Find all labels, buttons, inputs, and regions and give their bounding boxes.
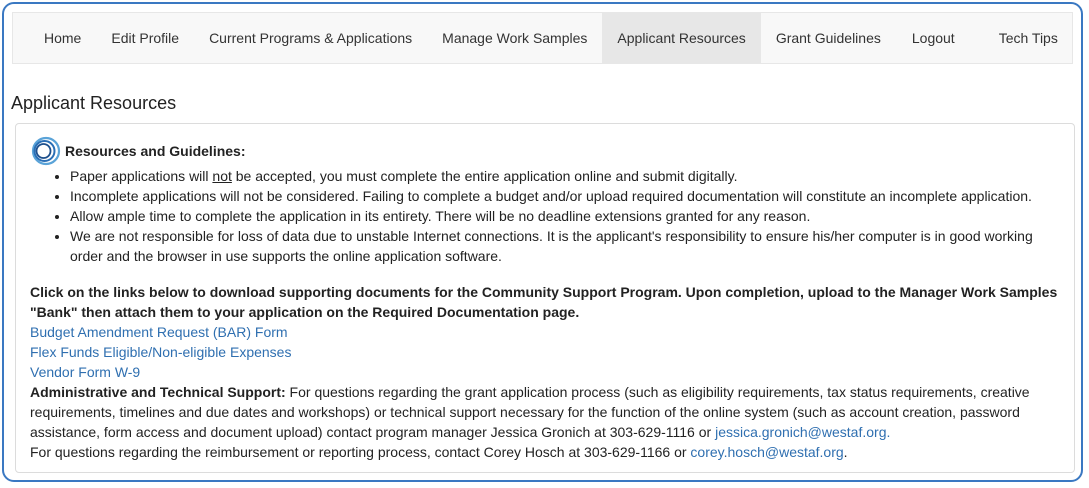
app-frame: Home Edit Profile Current Programs & App… (2, 2, 1083, 482)
support-label: Administrative and Technical Support: (30, 384, 286, 400)
guidelines-list: Paper applications will not be accepted,… (30, 166, 1060, 266)
download-instructions: Click on the links below to download sup… (30, 284, 1058, 320)
vendor-w9-link[interactable]: Vendor Form W-9 (30, 364, 140, 380)
nav-home[interactable]: Home (29, 13, 96, 63)
email-jessica-link[interactable]: jessica.gronich@westaf.org. (715, 424, 890, 440)
concentric-circles-logo-icon (31, 136, 61, 166)
resources-heading: Resources and Guidelines: (65, 143, 246, 159)
support-info: Administrative and Technical Support: Fo… (30, 384, 1030, 440)
nav-logout[interactable]: Logout (896, 13, 985, 63)
emphasis-not: not (212, 168, 232, 184)
list-item: We are not responsible for loss of data … (70, 226, 1060, 266)
reimbursement-info: For questions regarding the reimbursemen… (30, 444, 848, 460)
nav-tech-tips[interactable]: Tech Tips (985, 13, 1073, 63)
nav-applicant-resources[interactable]: Applicant Resources (602, 13, 761, 63)
resources-panel: Resources and Guidelines: Paper applicat… (15, 123, 1075, 473)
bar-form-link[interactable]: Budget Amendment Request (BAR) Form (30, 324, 288, 340)
email-corey-link[interactable]: corey.hosch@westaf.org (690, 444, 843, 460)
list-item: Incomplete applications will not be cons… (70, 186, 1060, 206)
nav-manage-work-samples[interactable]: Manage Work Samples (427, 13, 602, 63)
list-item: Allow ample time to complete the applica… (70, 206, 1060, 226)
nav-current-programs[interactable]: Current Programs & Applications (194, 13, 427, 63)
list-item: Paper applications will not be accepted,… (70, 166, 1060, 186)
top-navbar: Home Edit Profile Current Programs & App… (12, 12, 1073, 64)
flex-funds-link[interactable]: Flex Funds Eligible/Non-eligible Expense… (30, 344, 291, 360)
nav-grant-guidelines[interactable]: Grant Guidelines (761, 13, 896, 63)
resources-header: Resources and Guidelines: (30, 136, 1060, 166)
page-title: Applicant Resources (11, 93, 177, 113)
nav-edit-profile[interactable]: Edit Profile (96, 13, 194, 63)
